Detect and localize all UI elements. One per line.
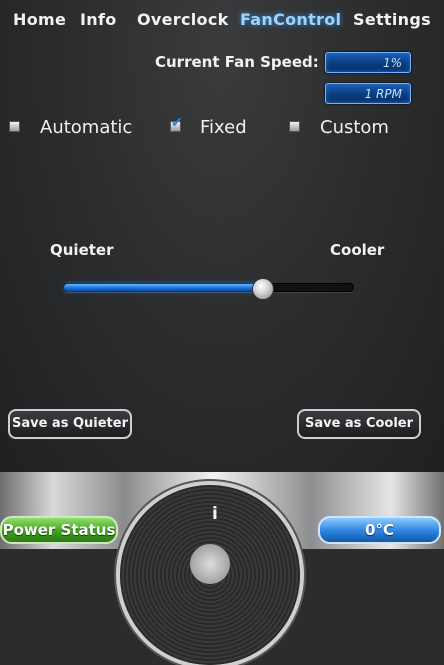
fan-speed-rpm-readout: 1 RPM [325, 83, 411, 104]
nav-overclock[interactable]: Overclock [137, 10, 229, 29]
center-dial-hub [190, 544, 230, 584]
nav-info[interactable]: Info [80, 10, 117, 29]
top-navigation: Home Info Overclock FanControl Settings [0, 0, 444, 40]
fan-speed-slider-fill [64, 284, 264, 291]
nav-home[interactable]: Home [13, 10, 66, 29]
automatic-label[interactable]: Automatic [40, 117, 132, 138]
custom-checkbox[interactable] [289, 121, 300, 132]
nav-settings[interactable]: Settings [353, 10, 431, 29]
fixed-checkbox[interactable]: ✔ [170, 115, 183, 132]
save-as-quieter-button[interactable]: Save as Quieter [8, 409, 132, 439]
current-fan-speed-label: Current Fan Speed: [155, 53, 319, 71]
nav-fancontrol[interactable]: FanControl [240, 10, 341, 29]
fan-control-panel: Home Info Overclock FanControl Settings … [0, 0, 444, 472]
automatic-checkbox[interactable] [9, 121, 20, 132]
info-icon[interactable]: i [212, 504, 218, 524]
fan-speed-percent-readout: 1% [325, 52, 411, 73]
cooler-label: Cooler [330, 241, 385, 259]
custom-label[interactable]: Custom [320, 117, 389, 138]
fixed-label[interactable]: Fixed [200, 117, 247, 138]
power-status-button[interactable]: Power Status [0, 516, 118, 544]
fan-speed-slider-track[interactable] [63, 283, 354, 292]
quieter-label: Quieter [50, 241, 114, 259]
fan-speed-slider-thumb[interactable] [252, 278, 275, 300]
save-as-cooler-button[interactable]: Save as Cooler [297, 409, 421, 439]
checkmark-icon: ✔ [171, 115, 183, 131]
temperature-display[interactable]: 0°C [318, 516, 441, 544]
